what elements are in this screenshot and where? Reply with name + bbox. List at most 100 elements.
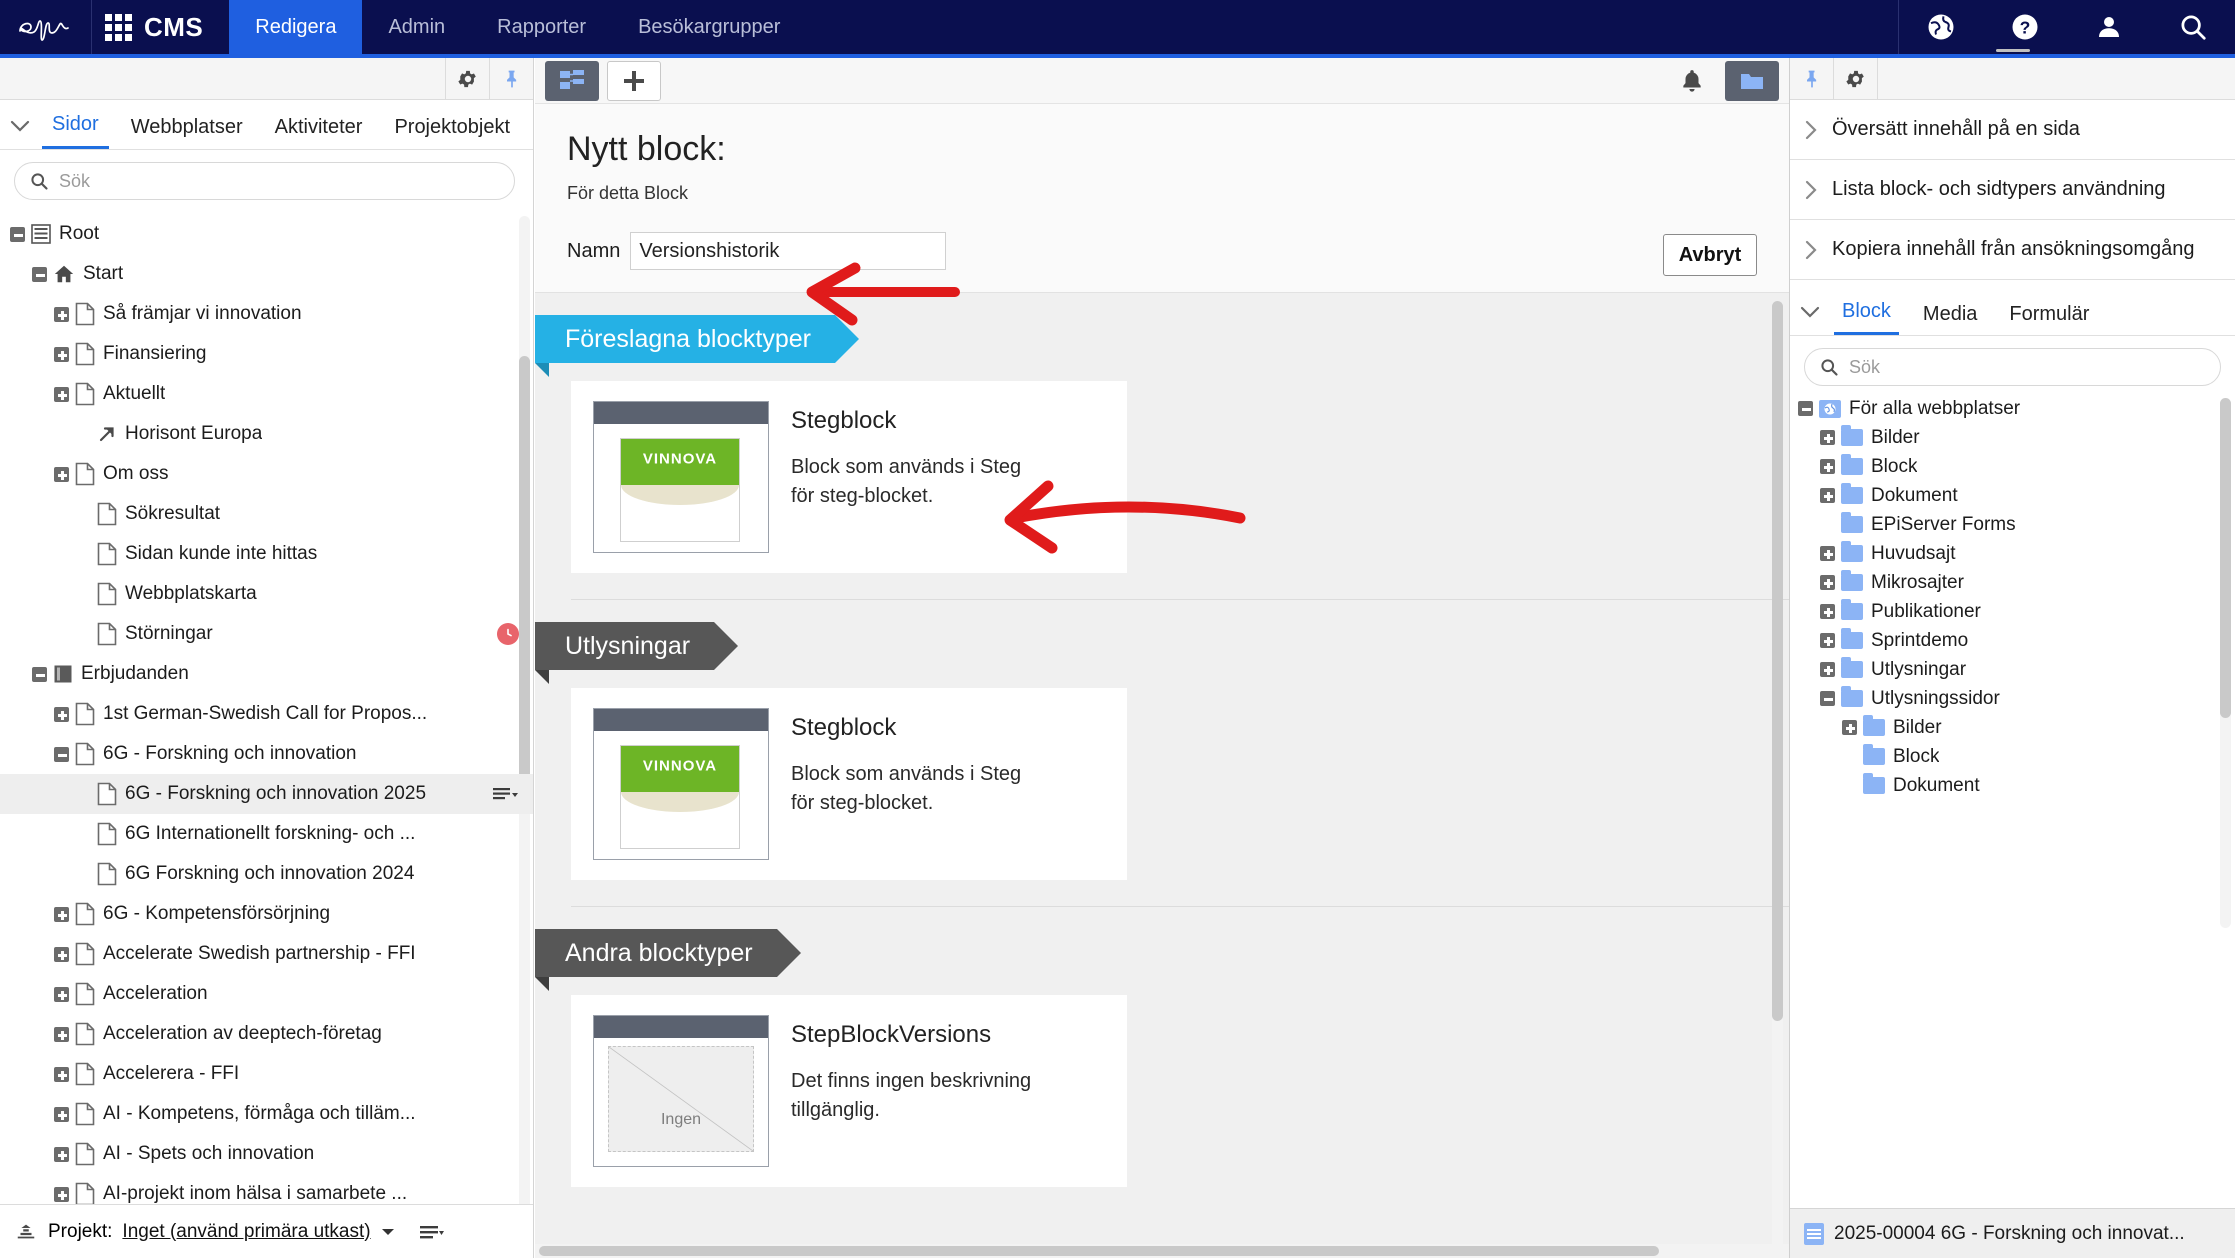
assets-tree-item[interactable]: Publikationer xyxy=(1790,597,2235,626)
page-tree-item[interactable]: Sökresultat xyxy=(0,494,533,534)
expand-toggle-icon[interactable] xyxy=(54,1187,69,1202)
left-pin-button[interactable] xyxy=(489,58,533,99)
page-tree-item[interactable]: Aktuellt xyxy=(0,374,533,414)
expand-toggle-icon[interactable] xyxy=(54,947,69,962)
add-block-button[interactable] xyxy=(607,61,661,101)
assets-tree-item[interactable]: Huvudsajt xyxy=(1790,539,2235,568)
assets-tree-item[interactable]: Dokument xyxy=(1790,771,2235,800)
page-tree-item[interactable]: Accelerate Swedish partnership - FFI xyxy=(0,934,533,974)
row-context-menu-icon[interactable] xyxy=(493,785,519,803)
gadget-copy-content[interactable]: Kopiera innehåll från ansökningsomgång xyxy=(1790,220,2235,280)
expand-toggle-icon[interactable] xyxy=(54,347,69,362)
expand-toggle-icon[interactable] xyxy=(54,387,69,402)
collapse-toggle-icon[interactable] xyxy=(10,227,25,242)
page-tree-item[interactable]: 6G - Forskning och innovation xyxy=(0,734,533,774)
tab-media[interactable]: Media xyxy=(1915,303,1985,335)
page-tree-item[interactable]: 1st German-Swedish Call for Propos... xyxy=(0,694,533,734)
block-type-card[interactable]: VINNOVA StegblockBlock som används i Ste… xyxy=(571,381,1127,573)
top-nav-admin[interactable]: Admin xyxy=(362,0,471,54)
page-tree-item[interactable]: Erbjudanden xyxy=(0,654,533,694)
page-tree-item[interactable]: Acceleration av deeptech-företag xyxy=(0,1014,533,1054)
center-scrollbar[interactable] xyxy=(1772,301,1783,1258)
chevron-down-icon[interactable] xyxy=(381,1227,395,1237)
assets-tree-item[interactable]: Bilder xyxy=(1790,423,2235,452)
tab-formular[interactable]: Formulär xyxy=(2001,303,2097,335)
page-tree-item[interactable]: AI-projekt inom hälsa i samarbete ... xyxy=(0,1174,533,1204)
tab-block[interactable]: Block xyxy=(1834,300,1899,335)
block-type-card[interactable]: VINNOVA StegblockBlock som används i Ste… xyxy=(571,688,1127,880)
collapse-toggle-icon[interactable] xyxy=(1820,691,1835,706)
expand-toggle-icon[interactable] xyxy=(1820,604,1835,619)
notifications-button[interactable] xyxy=(1665,61,1719,101)
expand-toggle-icon[interactable] xyxy=(54,907,69,922)
assets-tree-item[interactable]: Utlysningssidor xyxy=(1790,684,2235,713)
tab-aktiviteter[interactable]: Aktiviteter xyxy=(265,116,373,149)
tab-sidor[interactable]: Sidor xyxy=(42,113,109,149)
page-tree-item[interactable]: Störningar xyxy=(0,614,533,654)
page-tree-item[interactable]: Webbplatskarta xyxy=(0,574,533,614)
expand-toggle-icon[interactable] xyxy=(54,1067,69,1082)
project-value[interactable]: Inget (använd primära utkast) xyxy=(122,1221,370,1243)
page-tree-item[interactable]: 6G Forskning och innovation 2024 xyxy=(0,854,533,894)
list-menu-icon[interactable] xyxy=(419,1222,445,1242)
expand-toggle-icon[interactable] xyxy=(1820,459,1835,474)
page-tree-item[interactable]: Accelerera - FFI xyxy=(0,1054,533,1094)
expand-toggle-icon[interactable] xyxy=(1820,546,1835,561)
page-tree-item[interactable]: 6G - Forskning och innovation 2025 xyxy=(0,774,533,814)
help-button[interactable]: ? xyxy=(1983,0,2067,54)
user-button[interactable] xyxy=(2067,0,2151,54)
collapse-toggle-icon[interactable] xyxy=(32,667,47,682)
center-horizontal-scrollbar[interactable] xyxy=(535,1244,1789,1258)
gadget-list-block-page-types[interactable]: Lista block- och sidtypers användning xyxy=(1790,160,2235,220)
page-tree-item[interactable]: AI - Spets och innovation xyxy=(0,1134,533,1174)
assets-tree-item[interactable]: Utlysningar xyxy=(1790,655,2235,684)
expand-toggle-icon[interactable] xyxy=(54,987,69,1002)
right-search-input[interactable]: Sök xyxy=(1804,348,2221,386)
top-nav-redigera[interactable]: Redigera xyxy=(229,0,362,54)
right-tree-scrollbar[interactable] xyxy=(2220,398,2231,928)
expand-toggle-icon[interactable] xyxy=(54,307,69,322)
right-pin-button[interactable] xyxy=(1790,58,1834,99)
expand-toggle-icon[interactable] xyxy=(54,467,69,482)
cancel-button[interactable]: Avbryt xyxy=(1663,234,1757,276)
page-tree-item[interactable]: Start xyxy=(0,254,533,294)
panel-resize-grip[interactable] xyxy=(1996,49,2030,52)
name-input[interactable] xyxy=(630,232,946,270)
app-switcher-button[interactable] xyxy=(92,0,144,54)
top-nav-rapporter[interactable]: Rapporter xyxy=(471,0,612,54)
assets-pane-button[interactable] xyxy=(1725,61,1779,101)
expand-toggle-icon[interactable] xyxy=(54,1107,69,1122)
right-settings-button[interactable] xyxy=(1834,58,1878,99)
assets-tree-item[interactable]: För alla webbplatser xyxy=(1790,394,2235,423)
current-content-footer[interactable]: 2025-00004 6G - Forskning och innovat... xyxy=(1790,1208,2235,1258)
globe-button[interactable] xyxy=(1899,0,1983,54)
collapse-toggle-icon[interactable] xyxy=(32,267,47,282)
tab-webbplatser[interactable]: Webbplatser xyxy=(121,116,253,149)
page-tree-item[interactable]: Om oss xyxy=(0,454,533,494)
page-tree-item[interactable]: Root xyxy=(0,214,533,254)
right-collapse-chevron[interactable] xyxy=(1794,289,1826,335)
assets-tree-item[interactable]: EPiServer Forms xyxy=(1790,510,2235,539)
expand-toggle-icon[interactable] xyxy=(54,707,69,722)
expand-toggle-icon[interactable] xyxy=(54,1147,69,1162)
assets-tree-item[interactable]: Block xyxy=(1790,452,2235,481)
epi-logo[interactable] xyxy=(0,0,92,54)
collapse-toggle-icon[interactable] xyxy=(1798,401,1813,416)
top-nav-besokargrupper[interactable]: Besökargrupper xyxy=(612,0,806,54)
tab-projektobjekt[interactable]: Projektobjekt xyxy=(384,116,520,149)
expand-toggle-icon[interactable] xyxy=(1820,575,1835,590)
block-type-card[interactable]: Ingen StepBlockVersionsDet finns ingen b… xyxy=(571,995,1127,1187)
search-button[interactable] xyxy=(2151,0,2235,54)
page-tree-item[interactable]: 6G - Kompetensförsörjning xyxy=(0,894,533,934)
page-tree-item[interactable]: Sidan kunde inte hittas xyxy=(0,534,533,574)
collapse-toggle-icon[interactable] xyxy=(54,747,69,762)
block-structure-button[interactable] xyxy=(545,61,599,101)
expand-toggle-icon[interactable] xyxy=(1842,720,1857,735)
left-search-input[interactable]: Sök xyxy=(14,162,515,200)
expand-toggle-icon[interactable] xyxy=(54,1027,69,1042)
assets-tree-item[interactable]: Mikrosajter xyxy=(1790,568,2235,597)
page-tree-item[interactable]: AI - Kompetens, förmåga och tilläm... xyxy=(0,1094,533,1134)
expand-toggle-icon[interactable] xyxy=(1820,488,1835,503)
gadget-translate-content[interactable]: Översätt innehåll på en sida xyxy=(1790,100,2235,160)
left-settings-button[interactable] xyxy=(445,58,489,99)
